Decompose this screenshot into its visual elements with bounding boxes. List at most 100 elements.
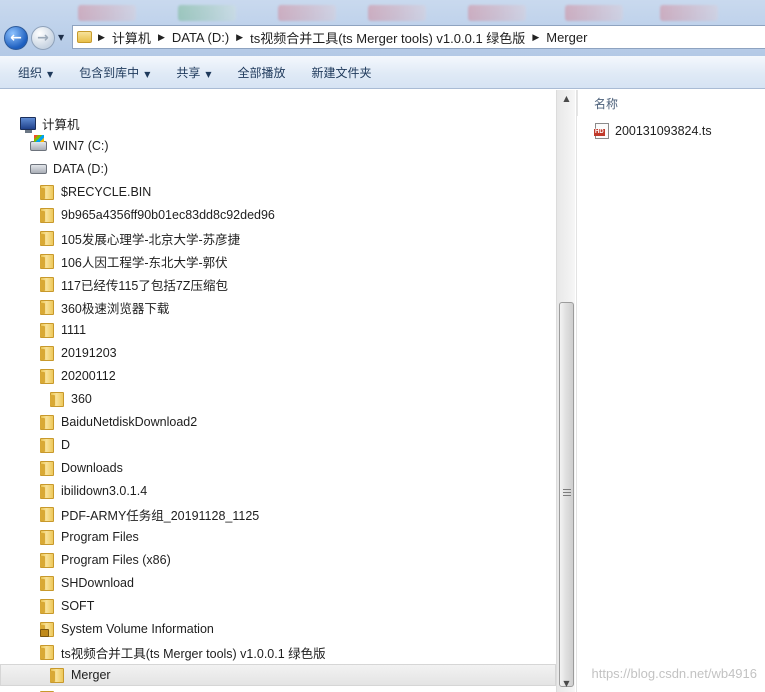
tree-item-label: 20200112 [61, 369, 116, 383]
tree-item-drive-d[interactable]: DATA (D:) [0, 158, 556, 180]
tree-item-folder[interactable]: Downloads [0, 457, 556, 479]
file-list-pane[interactable]: 名称 HD 200131093824.ts [576, 90, 765, 692]
tree-item-folder[interactable]: Program Files (x86) [0, 549, 556, 571]
tree-item-label: Program Files [61, 530, 139, 544]
tree-item-folder-partial[interactable] [0, 687, 556, 692]
breadcrumb-merger[interactable]: Merger [546, 30, 587, 45]
scroll-down-arrow-icon[interactable]: ▼ [557, 675, 576, 692]
tree-item-label: System Volume Information [61, 622, 214, 636]
tree-item-label: ibilidown3.0.1.4 [61, 484, 148, 498]
folder-icon [40, 184, 54, 200]
navigation-tree[interactable]: 计算机 WIN7 (C:) DATA (D:) $RECYCLE.BIN 9b9… [0, 90, 556, 692]
folder-icon [40, 644, 54, 660]
folder-icon [77, 31, 92, 43]
arrow-left-icon: ← [10, 30, 22, 46]
tree-item-label: $RECYCLE.BIN [61, 185, 152, 199]
arrow-right-icon: → [37, 30, 49, 46]
tree-item-folder-selected[interactable]: Merger [0, 664, 556, 686]
tree-item-label: Downloads [61, 461, 123, 475]
address-bar[interactable]: ▶ 计算机 ▶ DATA (D:) ▶ ts视频合并工具(ts Merger t… [72, 25, 765, 49]
chevron-down-icon: ▼ [205, 69, 212, 79]
tree-item-folder[interactable]: PDF-ARMY任务组_20191128_1125 [0, 503, 556, 525]
grip-icon [563, 489, 571, 498]
tree-item-label: 106人因工程学-东北大学-郭伏 [61, 255, 228, 270]
tree-scrollbar[interactable]: ▲ ▼ [556, 90, 575, 692]
folder-icon [40, 322, 54, 338]
folder-icon [40, 414, 54, 430]
tree-item-folder[interactable]: 360极速浏览器下载 [0, 296, 556, 318]
tree-item-label: BaiduNetdiskDownload2 [61, 415, 198, 429]
tree-item-folder[interactable]: 117已经传115了包括7Z压缩包 [0, 273, 556, 295]
hard-drive-icon [30, 164, 47, 174]
folder-icon [40, 253, 54, 269]
breadcrumb-data-drive[interactable]: DATA (D:) [172, 30, 229, 45]
command-toolbar: 组织 ▼ 包含到库中 ▼ 共享 ▼ 全部播放 新建文件夹 [0, 56, 765, 89]
tree-item-label: 360极速浏览器下载 [61, 301, 170, 316]
tree-item-label: 105发展心理学-北京大学-苏彦捷 [61, 232, 241, 247]
breadcrumb-computer[interactable]: 计算机 [112, 28, 151, 47]
locked-folder-icon [40, 621, 54, 637]
file-name: 200131093824.ts [615, 124, 712, 138]
tree-item-folder[interactable]: 106人因工程学-东北大学-郭伏 [0, 250, 556, 272]
chevron-right-icon[interactable]: ▶ [236, 32, 243, 43]
scrollbar-thumb[interactable] [559, 302, 574, 687]
tree-item-folder[interactable]: 105发展心理学-北京大学-苏彦捷 [0, 227, 556, 249]
folder-icon [50, 667, 64, 683]
tree-item-folder[interactable]: 360 [0, 388, 556, 410]
tree-item-folder[interactable]: 1111 [0, 319, 556, 341]
tree-item-folder[interactable]: BaiduNetdiskDownload2 [0, 411, 556, 433]
tree-item-label: 117已经传115了包括7Z压缩包 [61, 278, 228, 293]
column-header-name[interactable]: 名称 [594, 95, 618, 112]
include-in-library-button[interactable]: 包含到库中 ▼ [69, 61, 160, 84]
tree-item-label: 360 [71, 392, 92, 406]
system-drive-icon [30, 135, 47, 151]
chevron-down-icon: ▼ [144, 69, 151, 79]
organize-button[interactable]: 组织 ▼ [8, 61, 63, 84]
folder-icon [40, 299, 54, 315]
tree-item-label: ts视频合并工具(ts Merger tools) v1.0.0.1 绿色版 [61, 646, 326, 661]
tree-item-label: SHDownload [61, 576, 134, 590]
chevron-right-icon[interactable]: ▶ [532, 32, 539, 43]
folder-icon [40, 552, 54, 568]
chevron-right-icon[interactable]: ▶ [158, 32, 165, 43]
column-divider [577, 90, 578, 116]
background-taskbar-tabs [70, 2, 760, 24]
tree-item-folder[interactable]: SOFT [0, 595, 556, 617]
breadcrumb-ts-merger[interactable]: ts视频合并工具(ts Merger tools) v1.0.0.1 绿色版 [250, 28, 525, 47]
back-button[interactable]: ← [4, 26, 28, 50]
tree-item-label: D [61, 438, 71, 452]
folder-icon [50, 391, 64, 407]
tree-item-folder[interactable]: ts视频合并工具(ts Merger tools) v1.0.0.1 绿色版 [0, 641, 556, 663]
chevron-right-icon[interactable]: ▶ [98, 32, 105, 43]
forward-button[interactable]: → [31, 26, 55, 50]
file-item[interactable]: HD 200131093824.ts [594, 123, 712, 139]
tree-item-folder[interactable]: D [0, 434, 556, 456]
tree-item-label: 计算机 [42, 117, 80, 132]
tree-item-folder[interactable]: SHDownload [0, 572, 556, 594]
folder-icon [40, 460, 54, 476]
tree-item-folder[interactable]: System Volume Information [0, 618, 556, 640]
chevron-down-icon: ▼ [47, 69, 54, 79]
new-folder-button[interactable]: 新建文件夹 [302, 61, 382, 84]
tree-item-folder[interactable]: 9b965a4356ff90b01ec83dd8c92ded96 [0, 204, 556, 226]
folder-icon [40, 575, 54, 591]
share-button[interactable]: 共享 ▼ [166, 61, 221, 84]
tree-item-folder[interactable]: ibilidown3.0.1.4 [0, 480, 556, 502]
watermark: https://blog.csdn.net/wb4916 [591, 666, 757, 681]
tree-item-label: DATA (D:) [53, 162, 109, 176]
folder-icon [40, 598, 54, 614]
tree-item-folder[interactable]: $RECYCLE.BIN [0, 181, 556, 203]
folder-icon [40, 437, 54, 453]
tree-item-label: 1111 [61, 323, 87, 337]
tree-item-folder[interactable]: 20200112 [0, 365, 556, 387]
history-dropdown-icon[interactable]: ▼ [58, 33, 64, 42]
play-all-button[interactable]: 全部播放 [228, 61, 296, 84]
tree-item-folder[interactable]: 20191203 [0, 342, 556, 364]
tree-item-label: Program Files (x86) [61, 553, 171, 567]
tree-item-computer[interactable]: 计算机 [0, 112, 556, 134]
tree-item-drive-c[interactable]: WIN7 (C:) [0, 135, 556, 157]
computer-icon [20, 116, 36, 133]
scroll-up-arrow-icon[interactable]: ▲ [557, 90, 576, 107]
folder-icon [40, 368, 54, 384]
tree-item-folder[interactable]: Program Files [0, 526, 556, 548]
